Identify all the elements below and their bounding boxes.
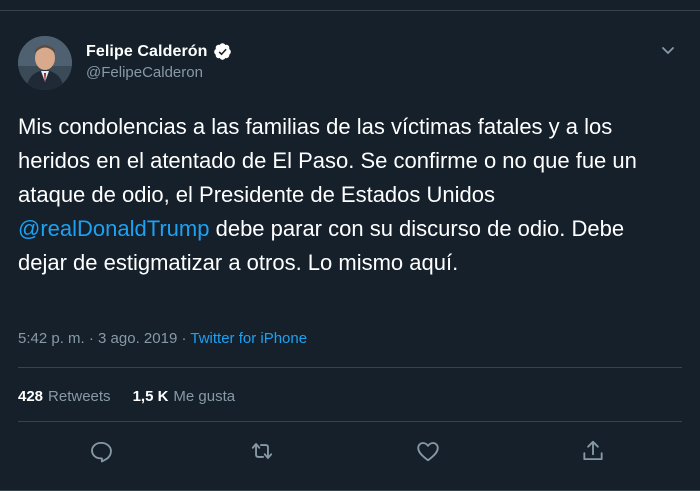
tweet-text-part1: Mis condolencias a las familias de las v… (18, 114, 637, 207)
retweets-stat[interactable]: 428 Retweets (18, 388, 111, 405)
top-border (0, 10, 700, 11)
divider (18, 421, 682, 422)
divider (18, 367, 682, 368)
avatar[interactable] (18, 36, 72, 90)
share-icon[interactable] (580, 438, 606, 464)
meta-separator: · (84, 330, 99, 347)
verified-badge-icon (213, 42, 232, 61)
action-bar (0, 438, 700, 468)
chevron-down-icon[interactable] (658, 40, 678, 60)
reply-icon[interactable] (88, 438, 114, 464)
avatar-image (18, 36, 72, 90)
retweet-icon[interactable] (249, 438, 275, 464)
retweets-count: 428 (18, 388, 44, 405)
heart-icon[interactable] (415, 438, 441, 464)
retweets-label: Retweets (48, 388, 111, 405)
likes-label: Me gusta (173, 388, 236, 405)
author-handle[interactable]: @FelipeCalderon (86, 64, 232, 81)
author-display-name[interactable]: Felipe Calderón (86, 43, 208, 61)
tweet-date[interactable]: 3 ago. 2019 (98, 330, 177, 347)
tweet-meta: 5:42 p. m. · 3 ago. 2019 · Twitter for i… (18, 330, 307, 347)
tweet-time[interactable]: 5:42 p. m. (18, 330, 85, 347)
meta-separator: · (177, 330, 191, 347)
tweet-stats: 428 Retweets 1,5 K Me gusta (18, 388, 235, 405)
likes-count: 1,5 K (132, 388, 169, 405)
likes-stat[interactable]: 1,5 K Me gusta (133, 388, 236, 405)
author-block[interactable]: Felipe Calderón @FelipeCalderon (86, 42, 232, 81)
tweet-text: Mis condolencias a las familias de las v… (18, 110, 678, 280)
tweet-source[interactable]: Twitter for iPhone (190, 330, 307, 347)
mention-link[interactable]: @realDonaldTrump (18, 216, 209, 241)
